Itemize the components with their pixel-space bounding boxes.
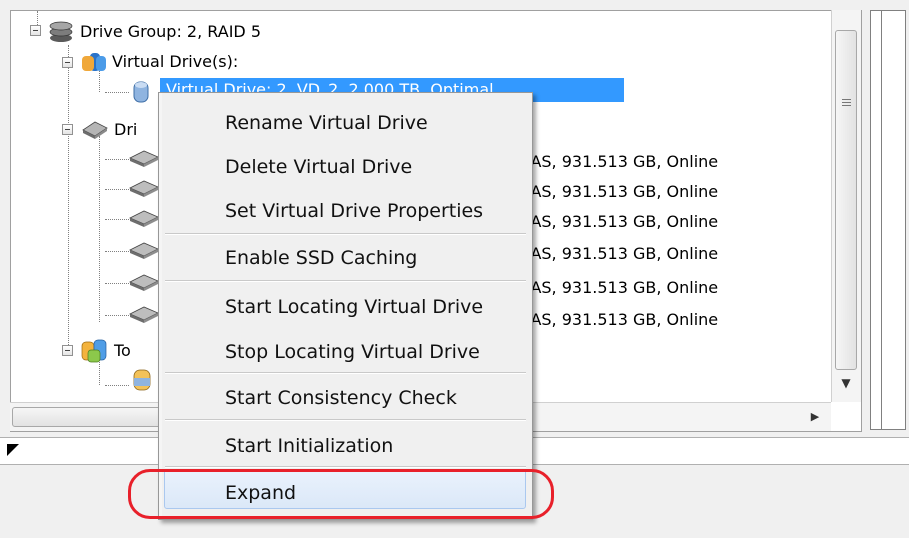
hard-disk-icon (129, 306, 159, 323)
menu-item-start-locating-virtual-drive[interactable]: Start Locating Virtual Drive (225, 295, 483, 319)
hard-disk-icon (129, 242, 159, 259)
hard-disk-icon (129, 274, 159, 291)
vertical-scroll-thumb[interactable] (835, 30, 857, 370)
scroll-right-icon[interactable]: ▶ (806, 407, 824, 427)
cylinder-icon (82, 53, 106, 71)
collapse-drives-toggle[interactable] (62, 124, 73, 135)
hard-disk-icon (82, 121, 108, 139)
expand-arrow-icon[interactable] (7, 444, 19, 456)
highlight-annotation (128, 469, 554, 519)
drive-row[interactable]: SAS, 931.513 GB, Online (520, 244, 718, 264)
scroll-down-icon[interactable]: ▼ (835, 374, 857, 392)
menu-item-delete-virtual-drive[interactable]: Delete Virtual Drive (225, 155, 412, 179)
hard-disk-icon (129, 210, 159, 227)
menu-item-set-virtual-drive-properties[interactable]: Set Virtual Drive Properties (225, 199, 483, 223)
menu-item-start-initialization[interactable]: Start Initialization (225, 434, 393, 458)
hard-disk-icon (129, 180, 159, 197)
hard-disk-icon (129, 150, 159, 167)
horizontal-scroll-thumb[interactable] (12, 407, 172, 427)
menu-item-enable-ssd-caching[interactable]: Enable SSD Caching (225, 246, 417, 270)
context-menu: Rename Virtual Drive Delete Virtual Driv… (158, 92, 533, 520)
database-icon (81, 339, 107, 363)
drive-row[interactable]: SAS, 931.513 GB, Online (520, 310, 718, 330)
collapse-virtual-drives-toggle[interactable] (62, 57, 73, 68)
drive-row[interactable]: SAS, 931.513 GB, Online (520, 212, 718, 232)
drives-label[interactable]: Dri (114, 120, 137, 140)
database-icon (133, 369, 151, 391)
collapse-drive-group-toggle[interactable] (30, 25, 41, 36)
properties-pane (870, 10, 906, 430)
drive-row[interactable]: SAS, 931.513 GB, Online (520, 152, 718, 172)
virtual-drives-label[interactable]: Virtual Drive(s): (112, 52, 238, 72)
collapse-total-space-toggle[interactable] (62, 345, 73, 356)
menu-item-stop-locating-virtual-drive[interactable]: Stop Locating Virtual Drive (225, 340, 480, 364)
menu-item-rename-virtual-drive[interactable]: Rename Virtual Drive (225, 111, 428, 135)
drive-row[interactable]: SAS, 931.513 GB, Online (520, 182, 718, 202)
menu-item-start-consistency-check[interactable]: Start Consistency Check (225, 386, 457, 410)
total-space-label[interactable]: To (114, 341, 131, 361)
cylinder-icon (133, 81, 149, 103)
drive-group-label[interactable]: Drive Group: 2, RAID 5 (80, 22, 261, 42)
drive-row[interactable]: SAS, 931.513 GB, Online (520, 278, 718, 298)
tree-vertical-scrollbar[interactable]: ▼ (831, 10, 861, 402)
stacked-disks-icon (49, 21, 73, 42)
